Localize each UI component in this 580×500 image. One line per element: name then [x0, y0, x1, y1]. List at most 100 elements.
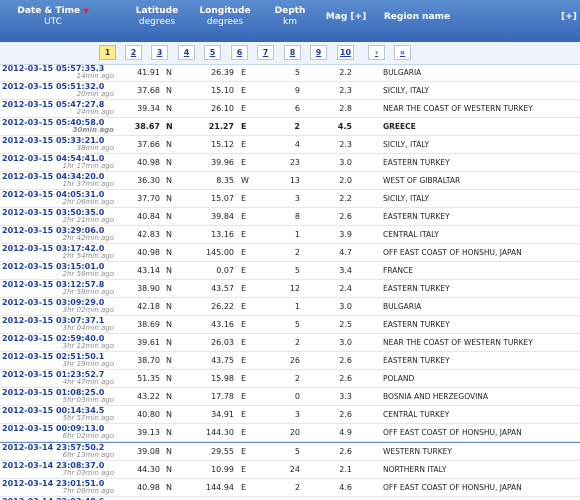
event-depth: 2: [294, 122, 300, 131]
table-row[interactable]: 2012-03-14 23:57:50.2 6hr 13min ago 39.08 N…: [0, 442, 580, 461]
page-3-link[interactable]: 3: [151, 45, 168, 60]
event-region: EASTERN TURKEY: [383, 356, 450, 365]
event-depth: 5: [294, 68, 300, 77]
event-lon-hemisphere: E: [241, 230, 247, 239]
table-row[interactable]: 2012-03-15 05:33:21.0 38min ago 37.66 N 15.1…: [0, 136, 580, 154]
sort-region-header[interactable]: Region name: [380, 12, 454, 23]
page-4-link[interactable]: 4: [178, 45, 195, 60]
event-magnitude: 2.6: [339, 356, 352, 365]
table-row[interactable]: 2012-03-15 04:34:20.0 1hr 37min ago 36.30 N…: [0, 172, 580, 190]
events-table-body: 2012-03-15 05:57:35.3 14min ago 41.91 N 26.3…: [0, 64, 580, 500]
table-row[interactable]: 2012-03-15 05:51:32.0 20min ago 37.68 N 15.1…: [0, 82, 580, 100]
sort-desc-icon: ▼: [83, 7, 89, 15]
next-page-button[interactable]: ›: [368, 45, 385, 60]
last-page-button[interactable]: »: [394, 45, 411, 60]
table-row[interactable]: 2012-03-15 01:08:25.0 5hr 03min ago 43.22 N…: [0, 388, 580, 406]
event-latitude: 39.61: [137, 338, 160, 347]
event-region: EASTERN TURKEY: [383, 158, 450, 167]
event-region: WESTERN TURKEY: [383, 447, 452, 456]
table-row[interactable]: 2012-03-14 23:01:51.0 7hr 09min ago 40.98 N…: [0, 479, 580, 497]
event-longitude: 15.07: [211, 194, 234, 203]
event-lon-hemisphere: E: [241, 447, 247, 456]
table-row[interactable]: 2012-03-15 00:09:13.0 6hr 02min ago 39.13 N…: [0, 424, 580, 442]
event-lat-hemisphere: N: [166, 86, 172, 95]
event-depth: 23: [289, 158, 300, 167]
event-magnitude: 2.4: [339, 284, 352, 293]
event-age: 4hr 47min ago: [62, 378, 114, 386]
table-row[interactable]: 2012-03-15 03:50:35.0 2hr 21min ago 40.84 N…: [0, 208, 580, 226]
event-lon-hemisphere: E: [241, 68, 247, 77]
table-row[interactable]: 2012-03-15 04:05:31.0 2hr 06min ago 37.70 N…: [0, 190, 580, 208]
table-row[interactable]: 2012-03-15 05:47:27.8 24min ago 39.34 N 26.1…: [0, 100, 580, 118]
event-longitude: 39.96: [211, 158, 234, 167]
table-row[interactable]: 2012-03-15 03:17:42.0 2hr 54min ago 40.98 N…: [0, 244, 580, 262]
page-8-link[interactable]: 8: [284, 45, 301, 60]
table-row[interactable]: 2012-03-15 01:23:52.7 4hr 47min ago 51.35 N…: [0, 370, 580, 388]
table-row[interactable]: 2012-03-15 02:59:40.0 3hr 12min ago 39.61 N…: [0, 334, 580, 352]
table-row[interactable]: 2012-03-15 03:12:57.8 2hr 58min ago 38.90 N…: [0, 280, 580, 298]
event-magnitude: 4.5: [337, 122, 352, 131]
page-5-link[interactable]: 5: [204, 45, 221, 60]
datetime-header-sub: UTC: [44, 17, 62, 27]
table-row[interactable]: 2012-03-15 04:54:41.0 1hr 17min ago 40.98 N…: [0, 154, 580, 172]
page-2-link[interactable]: 2: [125, 45, 142, 60]
table-row[interactable]: 2012-03-15 02:51:50.1 3hr 19min ago 38.70 N…: [0, 352, 580, 370]
page-10-link[interactable]: 10: [337, 45, 354, 60]
table-row[interactable]: 2012-03-15 05:57:35.3 14min ago 41.91 N 26.3…: [0, 64, 580, 82]
event-lat-hemisphere: N: [166, 447, 172, 456]
table-row[interactable]: 2012-03-14 23:08:37.0 7hr 03min ago 44.30 N…: [0, 461, 580, 479]
event-magnitude: 2.6: [339, 212, 352, 221]
event-latitude: 40.98: [137, 248, 160, 257]
table-row[interactable]: 2012-03-15 03:15:01.0 2hr 56min ago 43.14 N…: [0, 262, 580, 280]
event-age: 7hr 03min ago: [62, 469, 114, 477]
event-longitude: 43.16: [211, 320, 234, 329]
sort-latitude-header[interactable]: Latitude degrees: [128, 6, 186, 28]
table-header: Date & Time ▼ UTC Latitude degrees Longi…: [0, 0, 580, 42]
event-age: 3hr 02min ago: [62, 306, 114, 314]
event-latitude: 36.30: [137, 176, 160, 185]
earthquake-list: Date & Time ▼ UTC Latitude degrees Longi…: [0, 0, 580, 500]
latitude-header-sub: degrees: [138, 17, 176, 27]
event-magnitude: 2.0: [339, 176, 352, 185]
event-region: OFF EAST COAST OF HONSHU, JAPAN: [383, 248, 522, 257]
event-magnitude: 2.3: [339, 86, 352, 95]
event-age: 6hr 13min ago: [62, 451, 114, 459]
event-depth: 0: [294, 392, 300, 401]
expand-columns-button[interactable]: [+]: [560, 12, 578, 23]
event-magnitude: 4.7: [339, 248, 352, 257]
table-row[interactable]: 2012-03-15 03:09:29.0 3hr 02min ago 42.18 N…: [0, 298, 580, 316]
event-longitude: 145.00: [206, 248, 234, 257]
event-lon-hemisphere: E: [241, 483, 247, 492]
event-depth: 3: [294, 410, 300, 419]
event-magnitude: 3.3: [339, 392, 352, 401]
event-longitude: 26.03: [211, 338, 234, 347]
magnitude-header-label: Mag [+]: [325, 12, 367, 22]
event-longitude: 8.35: [216, 176, 234, 185]
magnitude-header[interactable]: Mag [+]: [316, 12, 376, 23]
sort-depth-header[interactable]: Depth km: [268, 6, 312, 28]
page-6-link[interactable]: 6: [231, 45, 248, 60]
event-region: NEAR THE COAST OF WESTERN TURKEY: [383, 104, 533, 113]
event-lat-hemisphere: N: [166, 122, 173, 131]
page-1-current[interactable]: 1: [99, 45, 116, 60]
table-row[interactable]: 2012-03-15 00:14:34.5 5hr 57min ago 40.80 N…: [0, 406, 580, 424]
event-depth: 13: [289, 176, 300, 185]
event-lon-hemisphere: E: [241, 194, 247, 203]
event-region: BOSNIA AND HERZEGOVINA: [383, 392, 489, 401]
event-lon-hemisphere: E: [241, 392, 247, 401]
event-longitude: 15.12: [211, 140, 234, 149]
sort-longitude-header[interactable]: Longitude degrees: [192, 6, 258, 28]
sort-datetime-header[interactable]: Date & Time ▼ UTC: [8, 6, 98, 28]
event-lon-hemisphere: E: [241, 212, 247, 221]
page-9-link[interactable]: 9: [310, 45, 327, 60]
event-depth: 3: [294, 194, 300, 203]
event-latitude: 38.90: [137, 284, 160, 293]
table-row[interactable]: 2012-03-15 03:07:37.1 3hr 04min ago 38.69 N…: [0, 316, 580, 334]
event-longitude: 43.75: [211, 356, 234, 365]
table-row[interactable]: 2012-03-15 03:29:06.0 2hr 42min ago 42.83 N…: [0, 226, 580, 244]
event-age: 2hr 58min ago: [62, 288, 114, 296]
event-lat-hemisphere: N: [166, 465, 172, 474]
page-7-link[interactable]: 7: [257, 45, 274, 60]
event-region: NORTHERN ITALY: [383, 465, 447, 474]
table-row[interactable]: 2012-03-15 05:40:58.0 30min ago 38.67 N 21.2…: [0, 118, 580, 136]
